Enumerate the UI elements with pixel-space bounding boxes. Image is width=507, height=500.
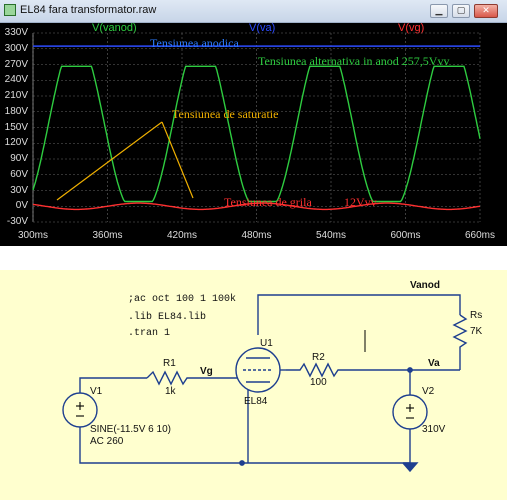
schematic-wires xyxy=(62,294,468,473)
window-gap xyxy=(0,246,507,270)
resistor-rs-value: 7K xyxy=(470,326,483,337)
spice-directive[interactable]: .tran 1 xyxy=(128,328,170,339)
tube-ref: U1 xyxy=(260,338,273,349)
source-v1-ref: V1 xyxy=(90,386,103,397)
spice-directive[interactable]: .lib EL84.lib xyxy=(128,312,206,323)
junction-dot xyxy=(239,460,245,466)
anodic-voltage-annotation: Tensiunea anodica xyxy=(150,36,239,50)
source-v2-value: 310V xyxy=(422,424,446,435)
grid-voltage-value: 12Vvv xyxy=(344,195,377,209)
ground-symbol xyxy=(402,462,419,473)
net-label-va[interactable]: Va xyxy=(428,358,440,369)
resistor-r1-ref: R1 xyxy=(163,358,176,369)
wire-vanod xyxy=(257,294,461,335)
net-label-vg[interactable]: Vg xyxy=(200,366,213,377)
junction-dot xyxy=(407,367,413,373)
net-label-vanod[interactable]: Vanod xyxy=(410,280,440,291)
saturation-arrow-right xyxy=(161,121,194,199)
grid-voltage-annotation: Tensiunea de grila xyxy=(224,195,312,209)
tube-model: EL84 xyxy=(244,396,268,407)
spice-directive[interactable]: ;ac oct 100 1 100k xyxy=(128,294,236,305)
plot-area[interactable]: Tensiunea anodica Tensiunea alternativa … xyxy=(0,0,507,246)
saturation-arrow-left xyxy=(56,121,163,201)
resistor-rs xyxy=(452,314,468,370)
saturation-annotation: Tensiunea de saturatie xyxy=(172,107,278,121)
ac-anode-annotation: Tensiunea alternativa in anod 257,5Vvv xyxy=(258,54,449,68)
resistor-r2-ref: R2 xyxy=(312,352,325,363)
source-v1-spec: SINE(-11.5V 6 10) xyxy=(90,424,171,435)
waveform-window: EL84 fara transformator.raw ▁ ▢ ✕ V(vano… xyxy=(0,0,507,246)
resistor-r1-value: 1k xyxy=(165,386,176,397)
source-v1-ac: AC 260 xyxy=(90,436,124,447)
resistor-r1 xyxy=(146,370,238,386)
resistor-r2-value: 100 xyxy=(310,377,327,388)
source-v2-ref: V2 xyxy=(422,386,435,397)
resistor-r2 xyxy=(286,362,342,378)
schematic-view[interactable]: ;ac oct 100 1 100k .lib EL84.lib .tran 1… xyxy=(0,270,507,500)
resistor-rs-ref: Rs xyxy=(470,310,483,321)
